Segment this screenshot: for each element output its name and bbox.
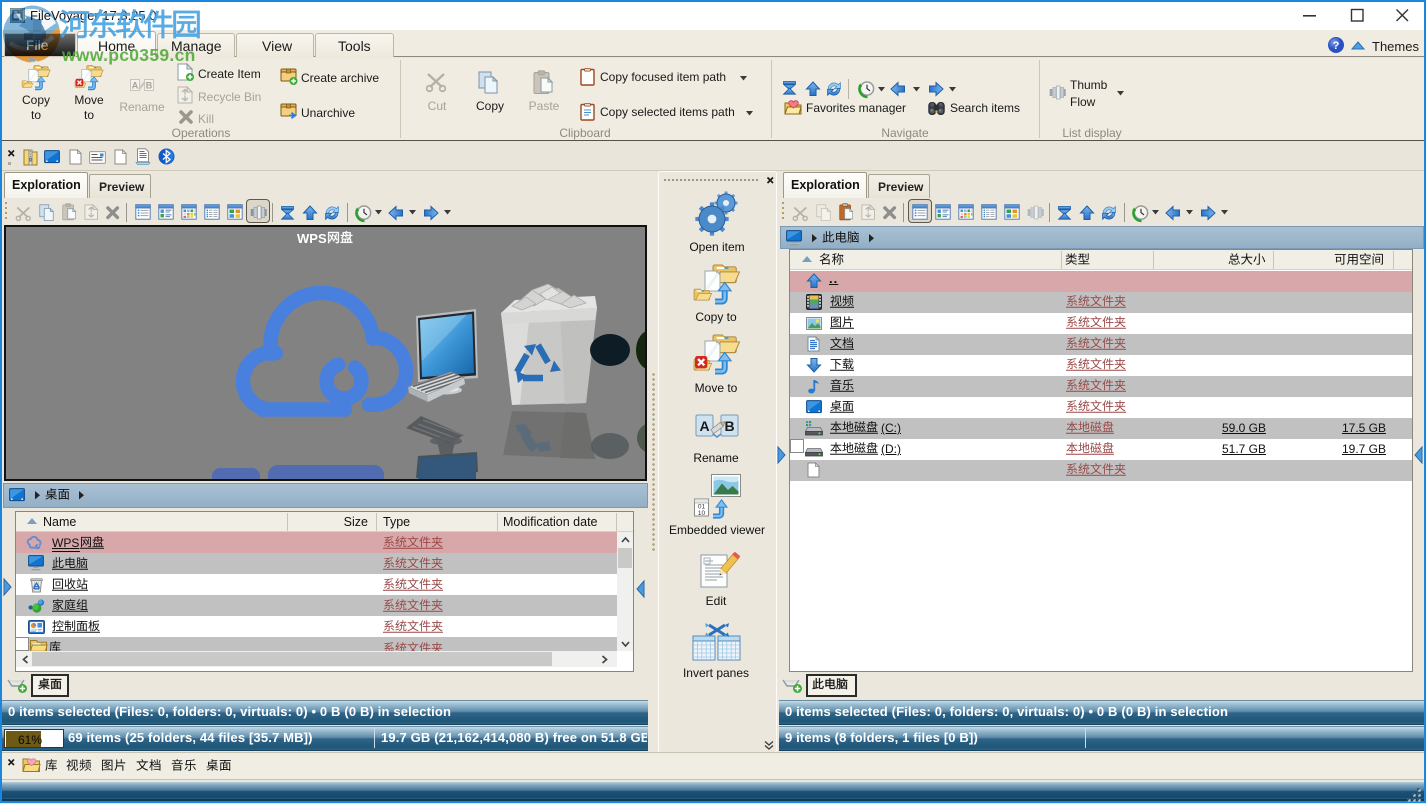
svg-text:B: B [146, 81, 153, 91]
svg-text:A: A [132, 81, 139, 91]
svg-text:?: ? [1333, 40, 1340, 52]
svg-text:B: B [724, 418, 734, 434]
svg-text:10: 10 [698, 510, 706, 517]
svg-text:A: A [699, 418, 709, 434]
